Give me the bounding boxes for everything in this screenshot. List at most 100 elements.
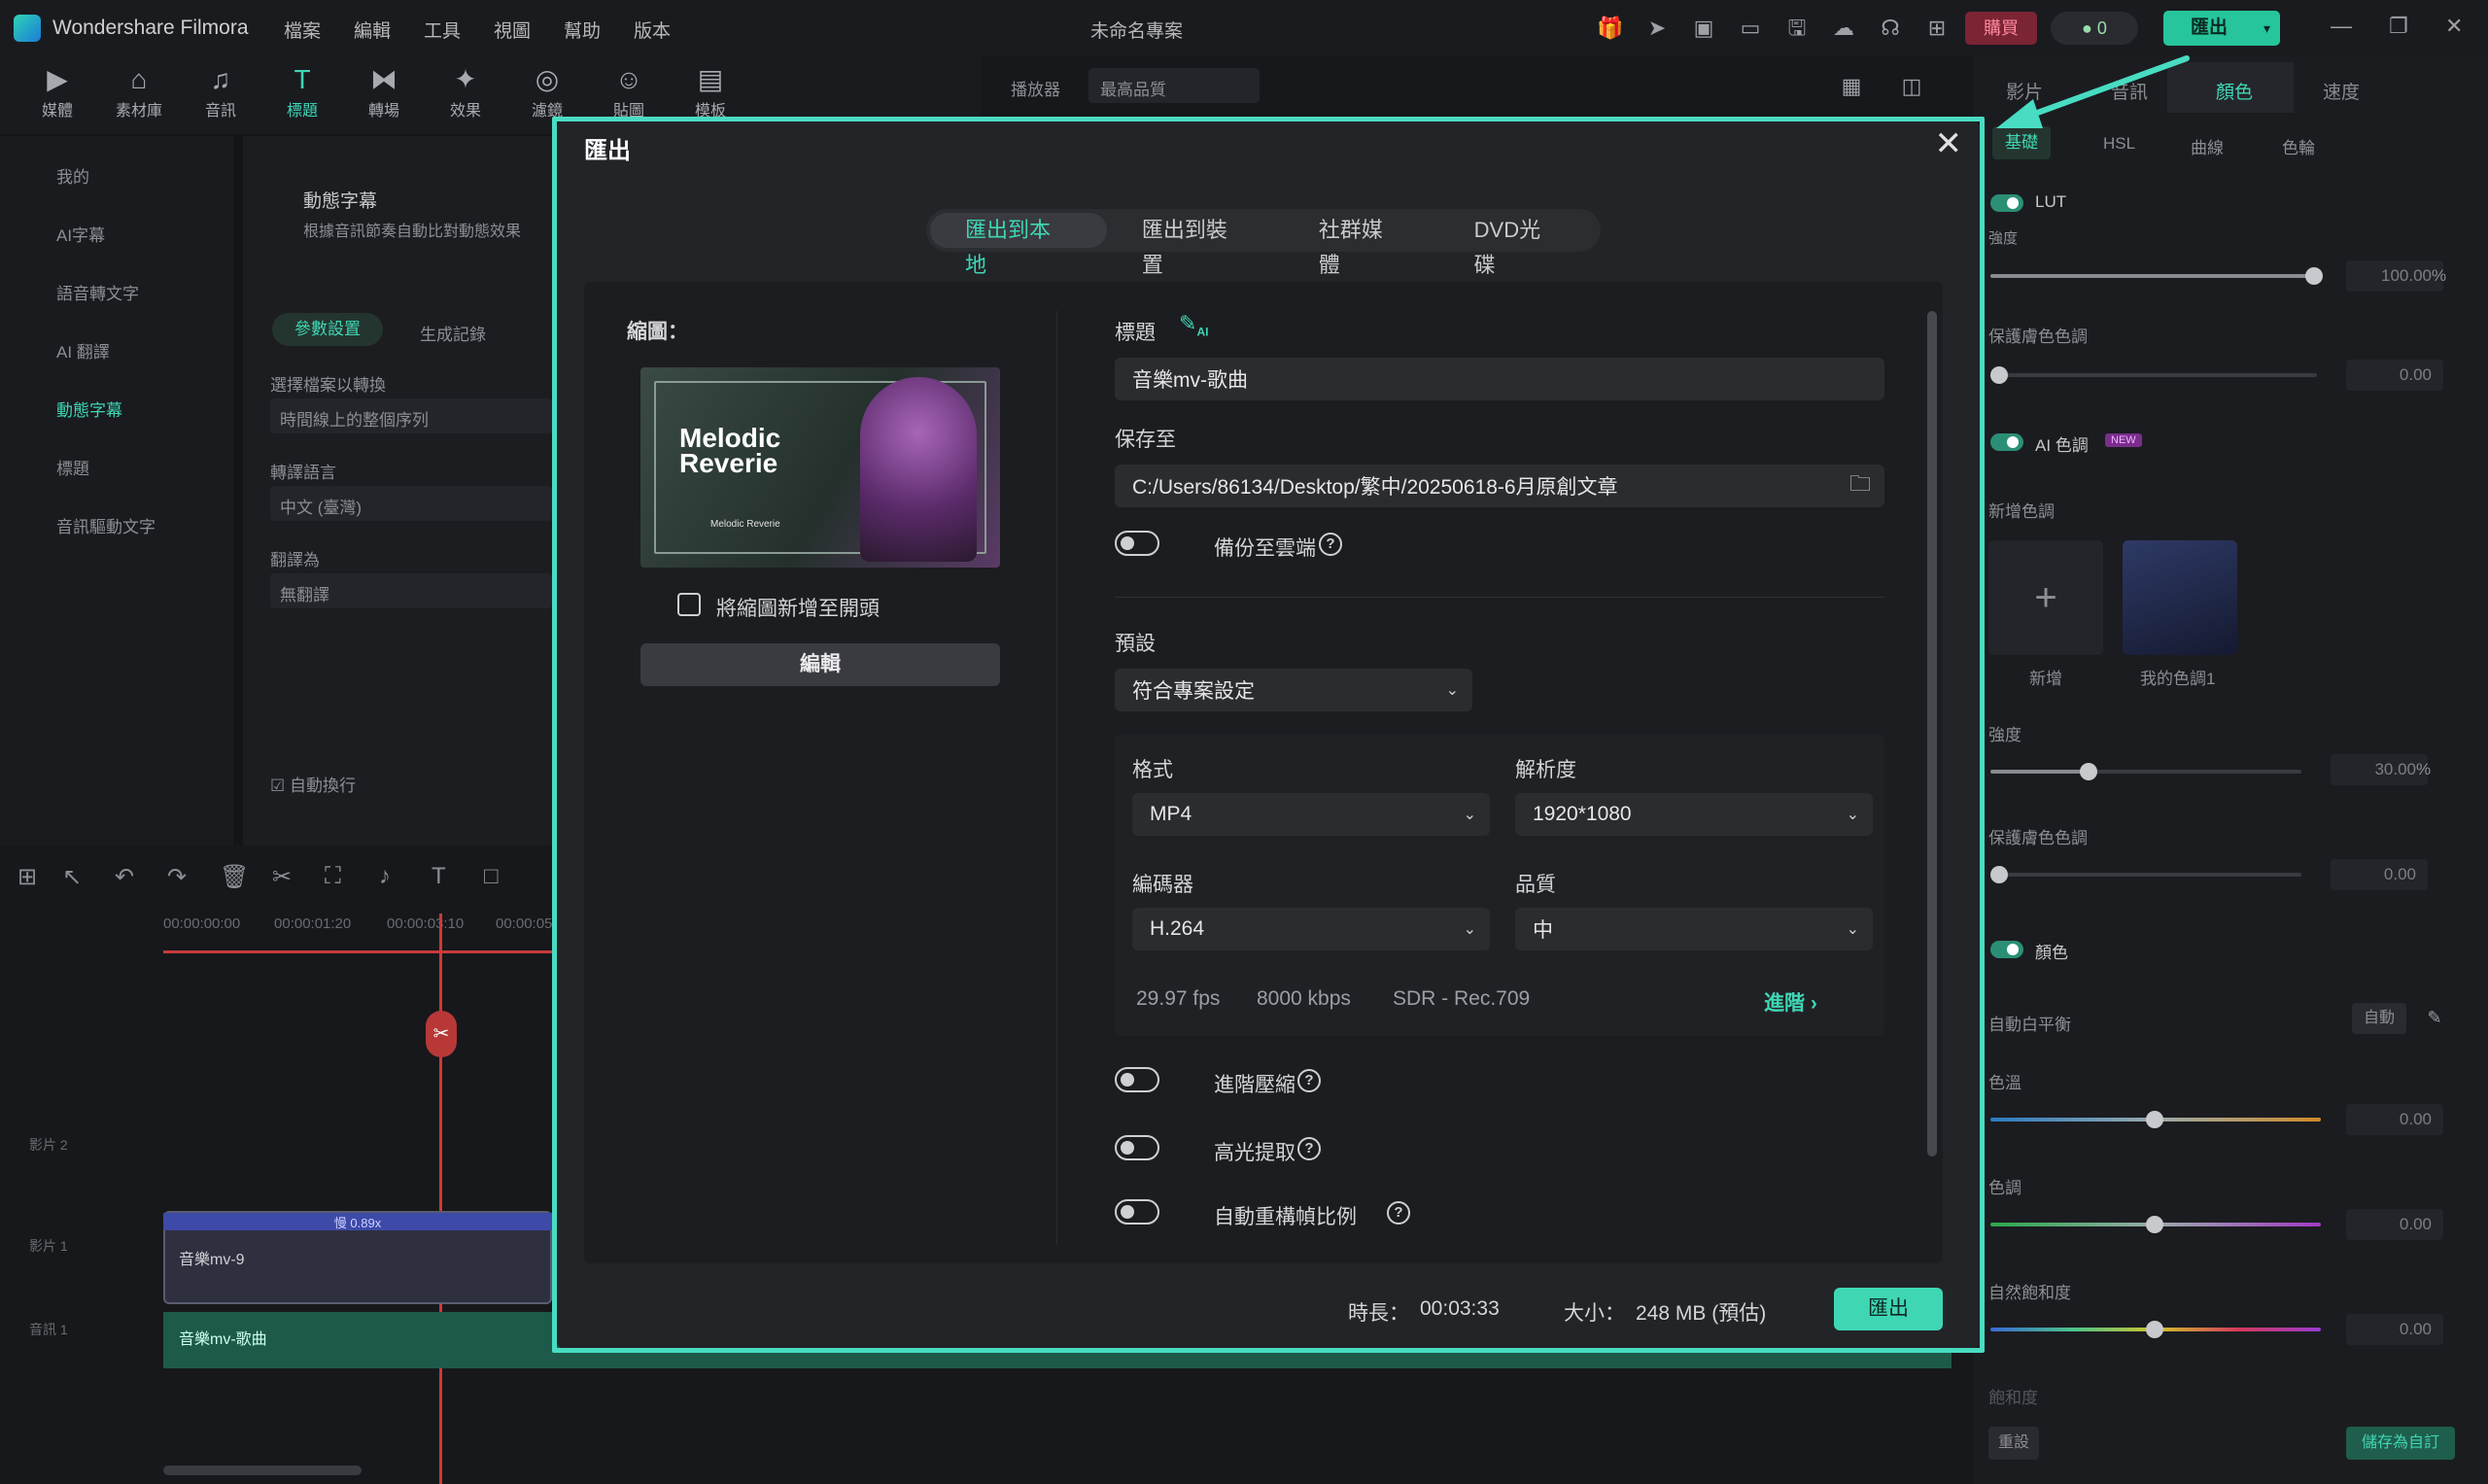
subtab-curves[interactable]: 曲線 [2191, 134, 2224, 158]
redo-icon[interactable]: ↷ [167, 863, 187, 891]
temp-value[interactable]: 0.00 [2346, 1104, 2443, 1135]
gift-icon[interactable]: 🎁 [1596, 14, 1625, 43]
thumbnail-image[interactable]: Melodic Reverie Melodic Reverie [640, 367, 1000, 568]
tool-transitions[interactable]: ⧓ 轉場 [350, 62, 418, 121]
delete-icon[interactable]: 🗑 [220, 863, 249, 891]
highlight-help-icon[interactable]: ? [1297, 1137, 1321, 1160]
scope-icon[interactable]: ◫ [1897, 72, 1926, 101]
audio-edit-icon[interactable]: ♪ [379, 863, 391, 890]
cloud-help-icon[interactable]: ? [1319, 533, 1342, 556]
advanced-link[interactable]: 進階 › [1764, 987, 1817, 1017]
tool-filters[interactable]: ◎ 濾鏡 [513, 62, 581, 121]
save-custom-button[interactable]: 儲存為自訂 [2346, 1427, 2455, 1460]
apps-grid-icon[interactable]: ⊞ [1922, 14, 1952, 43]
tint-knob[interactable] [2146, 1216, 2163, 1233]
vibrance-knob[interactable] [2146, 1321, 2163, 1338]
resolution-dropdown[interactable]: 1920*1080 ⌄ [1515, 793, 1873, 836]
encoder-dropdown[interactable]: H.264 ⌄ [1132, 908, 1490, 950]
add-palette-button[interactable]: + [1988, 540, 2103, 655]
vibrance-value[interactable]: 0.00 [2346, 1314, 2443, 1345]
tab-export-device[interactable]: 匯出到裝置 [1107, 213, 1284, 277]
nav-ai-translate[interactable]: AI 翻譯 [56, 338, 110, 362]
subtab-hsl[interactable]: HSL [2103, 134, 2135, 154]
tool-stock[interactable]: ⌂ 素材庫 [105, 62, 173, 121]
buy-button[interactable]: 購買 [1965, 12, 2037, 45]
tab-social-media[interactable]: 社群媒體 [1284, 213, 1439, 277]
protect-skin-slider[interactable] [1990, 373, 2317, 377]
tool-media[interactable]: ▶ 媒體 [23, 62, 91, 121]
dialog-scrollbar[interactable] [1927, 311, 1937, 1156]
lang-dropdown[interactable]: 中文 (臺灣) [270, 486, 552, 521]
save-path-input[interactable]: C:/Users/86134/Desktop/繁中/20250618-6月原創文… [1115, 465, 1884, 507]
ai-strength-value[interactable]: 30.00 [2331, 754, 2428, 785]
menu-version[interactable]: 版本 [634, 17, 671, 43]
minimize-icon[interactable]: — [2331, 14, 2352, 39]
lut-toggle[interactable] [1990, 194, 2023, 212]
tab-history[interactable]: 生成記錄 [420, 321, 486, 345]
tab-params[interactable]: 參數設置 [272, 313, 383, 346]
text-tool-icon[interactable]: T [432, 863, 446, 890]
restore-icon[interactable]: ❐ [2389, 14, 2408, 39]
select-file-dropdown[interactable]: 時間線上的整個序列 [270, 398, 552, 433]
my-palette-thumb[interactable] [2123, 540, 2237, 655]
menu-view[interactable]: 視圖 [494, 17, 531, 43]
tab-speed[interactable]: 速度 [2323, 78, 2360, 104]
subtab-wheels[interactable]: 色輪 [2282, 134, 2315, 158]
auto-reframe-help-icon[interactable]: ? [1387, 1201, 1410, 1225]
auto-wb-button[interactable]: 自動 [2352, 1003, 2406, 1034]
folder-icon[interactable]: 🗀 [1849, 467, 1871, 504]
save-icon[interactable]: 🖫 [1782, 14, 1812, 43]
undo-icon[interactable]: ↶ [115, 863, 134, 891]
grid-view-icon[interactable]: ▦ [1837, 72, 1866, 101]
shape-icon[interactable]: □ [484, 863, 499, 890]
tool-templates[interactable]: ▤ 模板 [676, 62, 744, 121]
tint-value[interactable]: 0.00 [2346, 1209, 2443, 1240]
add-thumbnail-checkbox[interactable] [677, 593, 701, 616]
auto-reframe-toggle[interactable] [1115, 1199, 1159, 1225]
ai-pen-icon[interactable]: ✎AI [1179, 311, 1208, 338]
nav-speech-to-text[interactable]: 語音轉文字 [56, 280, 139, 304]
adv-compress-toggle[interactable] [1115, 1067, 1159, 1092]
send-icon[interactable]: ➤ [1642, 14, 1672, 43]
lut-strength-knob[interactable] [2305, 267, 2323, 285]
timeline-scrollbar[interactable] [163, 1466, 362, 1475]
tool-stickers[interactable]: ☺ 貼圖 [595, 62, 663, 121]
quality-dropdown[interactable]: 中 ⌄ [1515, 908, 1873, 950]
edit-thumbnail-button[interactable]: 編輯 [640, 643, 1000, 686]
protect-skin2-knob[interactable] [1990, 866, 2008, 883]
export-top-button[interactable]: 匯出 ▾ [2163, 11, 2280, 46]
temp-knob[interactable] [2146, 1111, 2163, 1128]
chevron-down-icon[interactable]: ▾ [2263, 11, 2270, 46]
adv-compress-help-icon[interactable]: ? [1297, 1069, 1321, 1092]
layout-grid-icon[interactable]: ⊞ [17, 863, 37, 891]
cloud-icon[interactable]: ☁ [1829, 14, 1858, 43]
eyedropper-icon[interactable]: ✎ [2420, 1003, 2449, 1032]
nav-dynamic-captions[interactable]: 動態字幕 [56, 397, 122, 421]
title-input[interactable]: 音樂mv-歌曲 [1115, 358, 1884, 400]
cloud-backup-toggle[interactable] [1115, 531, 1159, 556]
reset-button[interactable]: 重設 [1988, 1427, 2039, 1460]
layout-icon[interactable]: ▭ [1736, 14, 1765, 43]
tab-color[interactable]: 顏色 [2216, 78, 2253, 104]
close-window-icon[interactable]: ✕ [2445, 14, 2463, 39]
lut-strength-value[interactable]: 100.00 [2346, 260, 2443, 292]
ai-color-toggle[interactable] [1990, 433, 2023, 451]
auto-wrap-checkbox[interactable]: ☑ 自動換行 [270, 772, 356, 796]
crop-icon[interactable]: ⛶ [325, 863, 341, 890]
lut-strength-slider[interactable] [1990, 274, 2317, 278]
close-icon[interactable]: ✕ [1935, 127, 1963, 160]
split-icon[interactable]: ✂ [272, 863, 292, 891]
tab-dvd[interactable]: DVD光碟 [1439, 213, 1597, 277]
protect-skin2-value[interactable]: 0.00 [2331, 859, 2428, 890]
export-button[interactable]: 匯出 [1834, 1288, 1943, 1330]
select-tool-icon[interactable]: ↖ [62, 863, 82, 891]
credits-badge[interactable]: ● 0 [2051, 12, 2138, 45]
media-icon[interactable]: ▣ [1689, 14, 1718, 43]
menu-help[interactable]: 幫助 [564, 17, 601, 43]
preset-dropdown[interactable]: 符合專案設定 ⌄ [1115, 669, 1472, 711]
protect-skin-value[interactable]: 0.00 [2346, 360, 2443, 391]
ai-strength-knob[interactable] [2080, 763, 2097, 780]
format-dropdown[interactable]: MP4 ⌄ [1132, 793, 1490, 836]
nav-titles[interactable]: 標題 [56, 455, 89, 479]
support-icon[interactable]: ☊ [1876, 14, 1905, 43]
